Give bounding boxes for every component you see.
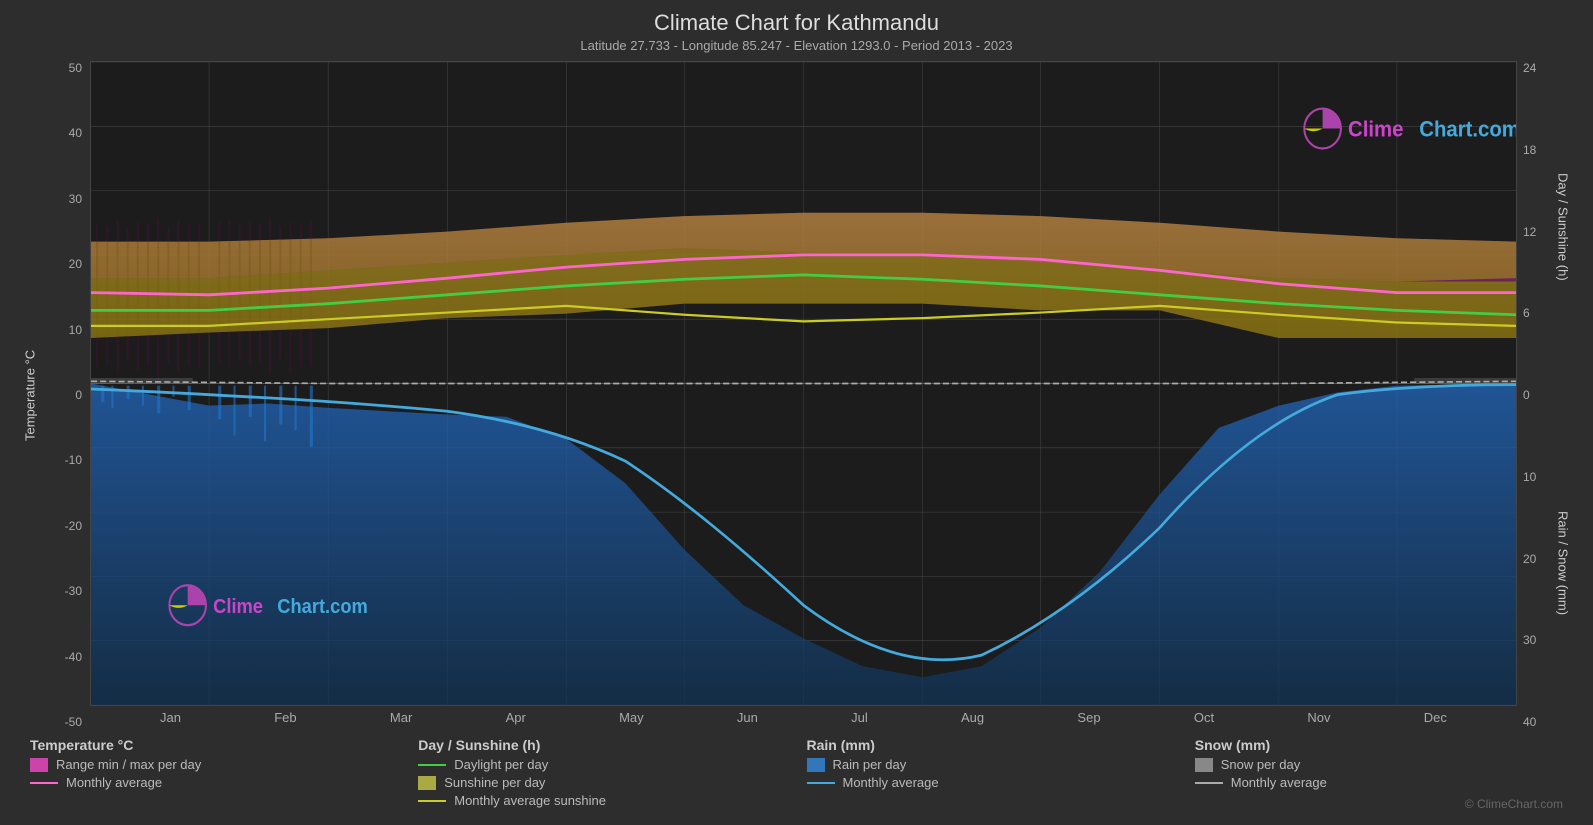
svg-text:Clime: Clime (213, 596, 263, 618)
legend-rain-day-label: Rain per day (833, 757, 907, 772)
svg-text:Chart.com: Chart.com (277, 596, 368, 618)
legend-sunshine-avg-label: Monthly average sunshine (454, 793, 606, 808)
chart-title: Climate Chart for Kathmandu (20, 10, 1573, 36)
legend-temp-range: Range min / max per day (30, 757, 398, 772)
legend-snow-avg-line (1195, 782, 1223, 784)
legend-sunshine-title: Day / Sunshine (h) (418, 737, 786, 753)
legend-daylight-label: Daylight per day (454, 757, 548, 772)
legend-snow-day-label: Snow per day (1221, 757, 1301, 772)
month-nov: Nov (1307, 710, 1330, 725)
legend-rain-day: Rain per day (807, 757, 1175, 772)
legend-rain-swatch (807, 758, 825, 772)
legend-daylight: Daylight per day (418, 757, 786, 772)
month-sep: Sep (1077, 710, 1100, 725)
legend-snow-day: Snow per day (1195, 757, 1563, 772)
month-dec: Dec (1424, 710, 1447, 725)
y-axis-left-ticks: 50 40 30 20 10 0 -10 -20 -30 -40 -50 (40, 61, 90, 729)
legend-temp-title: Temperature °C (30, 737, 398, 753)
legend-temp-range-label: Range min / max per day (56, 757, 201, 772)
watermark: © ClimeChart.com (1195, 796, 1563, 811)
x-axis-labels: Jan Feb Mar Apr May Jun Jul Aug Sep Oct … (160, 706, 1447, 729)
month-jun: Jun (737, 710, 758, 725)
legend-temperature: Temperature °C Range min / max per day M… (30, 737, 398, 811)
legend-sunshine: Day / Sunshine (h) Daylight per day Suns… (418, 737, 786, 811)
x-axis: Jan Feb Mar Apr May Jun Jul Aug Sep Oct … (160, 706, 1447, 729)
month-jul: Jul (851, 710, 868, 725)
month-feb: Feb (274, 710, 296, 725)
svg-text:Clime: Clime (1348, 116, 1404, 141)
y-axis-left-label: Temperature °C (20, 61, 40, 729)
legend-sunshine-day: Sunshine per day (418, 775, 786, 790)
legend-temp-avg: Monthly average (30, 775, 398, 790)
page-container: Climate Chart for Kathmandu Latitude 27.… (0, 0, 1593, 825)
legend-temp-avg-line (30, 782, 58, 784)
legend-sunshine-swatch (418, 776, 436, 790)
legend-rain-avg: Monthly average (807, 775, 1175, 790)
month-oct: Oct (1194, 710, 1214, 725)
legend-snow-swatch (1195, 758, 1213, 772)
legend-snow-avg-label: Monthly average (1231, 775, 1327, 790)
legend-snow-avg: Monthly average (1195, 775, 1563, 790)
month-jan: Jan (160, 710, 181, 725)
month-may: May (619, 710, 644, 725)
legend-sunshine-avg-line (418, 800, 446, 802)
legend-sunshine-day-label: Sunshine per day (444, 775, 545, 790)
legend-rain-avg-line (807, 782, 835, 784)
svg-text:Chart.com: Chart.com (1419, 116, 1516, 141)
legend-sunshine-avg: Monthly average sunshine (418, 793, 786, 808)
month-aug: Aug (961, 710, 984, 725)
legend-rain: Rain (mm) Rain per day Monthly average (807, 737, 1175, 811)
legend-snow: Snow (mm) Snow per day Monthly average ©… (1195, 737, 1563, 811)
legend-snow-title: Snow (mm) (1195, 737, 1563, 753)
y-axis-right-ticks: 24 18 12 6 0 10 20 30 40 (1517, 61, 1553, 729)
legend-area: Temperature °C Range min / max per day M… (20, 729, 1573, 815)
legend-temp-range-swatch (30, 758, 48, 772)
legend-rain-avg-label: Monthly average (843, 775, 939, 790)
y-axis-right-bottom-label: Rain / Snow (mm) (1553, 397, 1573, 729)
legend-rain-title: Rain (mm) (807, 737, 1175, 753)
legend-daylight-line (418, 764, 446, 766)
y-axis-right-top-label: Day / Sunshine (h) (1553, 61, 1573, 393)
month-apr: Apr (506, 710, 526, 725)
chart-svg-container: Clime Chart.com Clime Chart.com (90, 61, 1517, 706)
month-mar: Mar (390, 710, 412, 725)
legend-temp-avg-label: Monthly average (66, 775, 162, 790)
chart-area: Temperature °C 50 40 30 20 10 0 -10 -20 … (20, 61, 1573, 729)
chart-subtitle: Latitude 27.733 - Longitude 85.247 - Ele… (20, 38, 1573, 53)
